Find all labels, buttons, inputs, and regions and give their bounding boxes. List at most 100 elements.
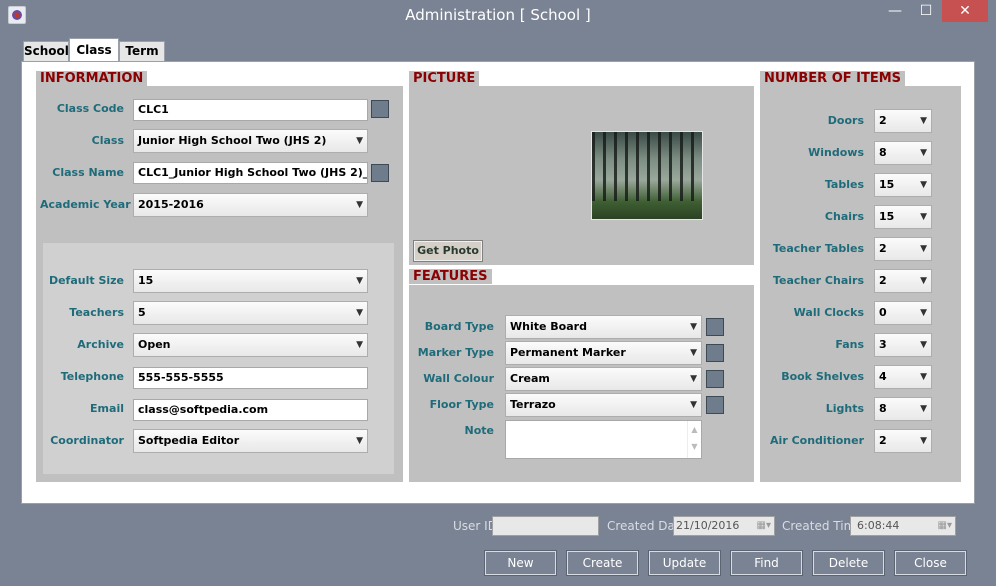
teachers-select[interactable]: 5 ▼: [133, 301, 368, 325]
class-code-color-button[interactable]: [371, 100, 389, 118]
items-air-conditioner-label: Air Conditioner: [770, 434, 864, 447]
note-textarea[interactable]: ▲ ▼: [505, 420, 702, 459]
default-size-value: 15: [138, 274, 154, 287]
items-tables-label: Tables: [824, 178, 864, 191]
chevron-down-icon: ▼: [920, 372, 927, 382]
marker-type-color-button[interactable]: [706, 344, 724, 362]
chevron-down-icon: ▼: [356, 340, 363, 350]
marker-type-select[interactable]: Permanent Marker ▼: [505, 341, 702, 365]
items-book-shelves-value: 4: [879, 370, 887, 383]
archive-select[interactable]: Open ▼: [133, 333, 368, 357]
delete-button[interactable]: Delete: [812, 550, 885, 576]
maximize-button[interactable]: ☐: [911, 0, 941, 22]
created-date-value: 21/10/2016: [676, 519, 740, 532]
marker-type-label: Marker Type: [417, 346, 494, 359]
archive-value: Open: [138, 338, 171, 351]
board-type-value: White Board: [510, 320, 587, 333]
items-lights-value: 8: [879, 402, 887, 415]
items-teacher-chairs-label: Teacher Chairs: [772, 274, 864, 287]
chevron-down-icon: ▼: [920, 340, 927, 350]
academic-year-select[interactable]: 2015-2016 ▼: [133, 193, 368, 217]
create-button[interactable]: Create: [566, 550, 639, 576]
chevron-down-icon: ▼: [920, 148, 927, 158]
items-doors-label: Doors: [827, 114, 864, 127]
items-teacher-tables-value: 2: [879, 242, 887, 255]
tab-term[interactable]: Term: [119, 41, 165, 61]
items-book-shelves-select[interactable]: 4 ▼: [874, 365, 932, 389]
close-window-button[interactable]: ✕: [942, 0, 988, 22]
note-scrollbar[interactable]: ▲ ▼: [687, 421, 701, 458]
minimize-button[interactable]: —: [880, 0, 910, 22]
default-size-select[interactable]: 15 ▼: [133, 269, 368, 293]
chevron-down-icon: ▼: [920, 244, 927, 254]
created-time-picker[interactable]: 6:08:44 ▦▾: [850, 516, 956, 536]
email-input[interactable]: class@softpedia.com: [133, 399, 368, 421]
items-windows-label: Windows: [808, 146, 864, 159]
academic-year-label: Academic Year: [40, 198, 131, 211]
chevron-down-icon: ▼: [920, 404, 927, 414]
tab-class[interactable]: Class: [69, 38, 119, 62]
class-name-color-button[interactable]: [371, 164, 389, 182]
items-doors-select[interactable]: 2 ▼: [874, 109, 932, 133]
class-code-input[interactable]: CLC1: [133, 99, 368, 121]
floor-type-label: Floor Type: [429, 398, 494, 411]
items-air-conditioner-value: 2: [879, 434, 887, 447]
close-button[interactable]: Close: [894, 550, 967, 576]
chevron-down-icon: ▼: [920, 308, 927, 318]
items-teacher-chairs-select[interactable]: 2 ▼: [874, 269, 932, 293]
items-chairs-value: 15: [879, 210, 895, 223]
class-select[interactable]: Junior High School Two (JHS 2) ▼: [133, 129, 368, 153]
items-teacher-tables-select[interactable]: 2 ▼: [874, 237, 932, 261]
chevron-down-icon: ▼: [690, 322, 697, 332]
items-tables-value: 15: [879, 178, 895, 191]
telephone-input[interactable]: 555-555-5555: [133, 367, 368, 389]
floor-type-color-button[interactable]: [706, 396, 724, 414]
picture-heading: PICTURE: [409, 71, 480, 86]
get-photo-button[interactable]: Get Photo: [413, 240, 483, 262]
board-type-color-button[interactable]: [706, 318, 724, 336]
features-heading: FEATURES: [409, 269, 492, 284]
class-photo: [591, 131, 703, 220]
chevron-down-icon: ▼: [356, 308, 363, 318]
note-label: Note: [464, 424, 494, 437]
items-book-shelves-label: Book Shelves: [781, 370, 864, 383]
items-wall-clocks-select[interactable]: 0 ▼: [874, 301, 932, 325]
academic-year-value: 2015-2016: [138, 198, 204, 211]
items-fans-select[interactable]: 3 ▼: [874, 333, 932, 357]
chevron-down-icon: ▼: [356, 436, 363, 446]
new-button[interactable]: New: [484, 550, 557, 576]
floor-type-value: Terrazo: [510, 398, 556, 411]
items-chairs-select[interactable]: 15 ▼: [874, 205, 932, 229]
marker-type-value: Permanent Marker: [510, 346, 626, 359]
chevron-down-icon: ▼: [690, 400, 697, 410]
tab-school[interactable]: School: [23, 41, 69, 61]
user-id-field[interactable]: [492, 516, 599, 536]
chevron-down-icon: ▼: [690, 348, 697, 358]
items-windows-select[interactable]: 8 ▼: [874, 141, 932, 165]
items-wall-clocks-label: Wall Clocks: [793, 306, 864, 319]
items-lights-select[interactable]: 8 ▼: [874, 397, 932, 421]
items-air-conditioner-select[interactable]: 2 ▼: [874, 429, 932, 453]
items-fans-label: Fans: [835, 338, 864, 351]
window-title: Administration [ School ]: [405, 6, 591, 24]
archive-label: Archive: [77, 338, 124, 351]
class-name-label: Class Name: [52, 166, 124, 179]
items-doors-value: 2: [879, 114, 887, 127]
items-fans-value: 3: [879, 338, 887, 351]
created-date-picker[interactable]: 21/10/2016 ▦▾: [673, 516, 775, 536]
items-tables-select[interactable]: 15 ▼: [874, 173, 932, 197]
wall-colour-color-button[interactable]: [706, 370, 724, 388]
class-select-value: Junior High School Two (JHS 2): [138, 134, 327, 147]
board-type-select[interactable]: White Board ▼: [505, 315, 702, 339]
class-name-input[interactable]: CLC1_Junior High School Two (JHS 2)_201: [133, 162, 368, 184]
chevron-down-icon: ▼: [356, 200, 363, 210]
items-teacher-tables-label: Teacher Tables: [772, 242, 864, 255]
coordinator-select[interactable]: Softpedia Editor ▼: [133, 429, 368, 453]
floor-type-select[interactable]: Terrazo ▼: [505, 393, 702, 417]
find-button[interactable]: Find: [730, 550, 803, 576]
wall-colour-select[interactable]: Cream ▼: [505, 367, 702, 391]
items-windows-value: 8: [879, 146, 887, 159]
coordinator-value: Softpedia Editor: [138, 434, 240, 447]
update-button[interactable]: Update: [648, 550, 721, 576]
teachers-label: Teachers: [69, 306, 124, 319]
